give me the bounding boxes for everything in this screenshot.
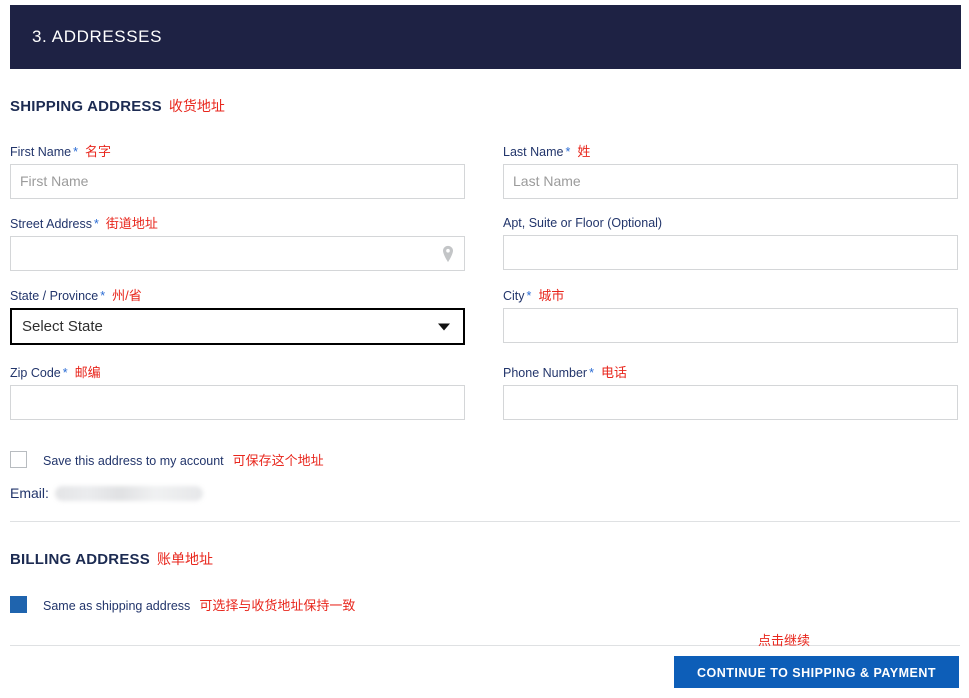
save-address-annotation: 可保存这个地址	[233, 453, 324, 468]
street-address-input[interactable]	[10, 236, 465, 271]
last-name-label: Last Name* 姓	[503, 144, 958, 160]
first-name-annotation: 名字	[85, 144, 111, 159]
state-province-select[interactable]: Select State	[10, 308, 465, 345]
phone-number-annotation: 电话	[601, 365, 627, 380]
street-address-required-asterisk: *	[94, 217, 99, 231]
first-name-label-text: First Name	[10, 145, 71, 159]
zip-code-label: Zip Code* 邮编	[10, 365, 465, 381]
save-address-checkbox-label: Save this address to my account 可保存这个地址	[43, 450, 324, 469]
street-address-label: Street Address* 街道地址	[10, 216, 465, 232]
city-label: City* 城市	[503, 288, 958, 304]
email-value-redacted	[55, 486, 203, 501]
save-address-checkbox[interactable]	[10, 451, 27, 468]
shipping-address-heading: SHIPPING ADDRESS 收货地址	[10, 96, 225, 116]
last-name-placeholder: Last Name	[513, 173, 581, 189]
street-address-annotation: 街道地址	[106, 216, 158, 231]
field-apt-suite-floor: Apt, Suite or Floor (Optional)	[503, 216, 958, 270]
last-name-required-asterisk: *	[565, 145, 570, 159]
city-label-text: City	[503, 289, 525, 303]
last-name-input[interactable]: Last Name	[503, 164, 958, 199]
last-name-annotation: 姓	[577, 144, 590, 159]
apt-suite-floor-label: Apt, Suite or Floor (Optional)	[503, 216, 958, 231]
first-name-input[interactable]: First Name	[10, 164, 465, 199]
shipping-address-heading-annotation: 收货地址	[169, 98, 225, 114]
save-address-label-text: Save this address to my account	[43, 454, 224, 468]
field-street-address: Street Address* 街道地址	[10, 216, 465, 271]
street-address-label-text: Street Address	[10, 217, 92, 231]
state-province-label-text: State / Province	[10, 289, 98, 303]
same-as-shipping-checkbox[interactable]	[10, 596, 27, 613]
same-as-shipping-label-text: Same as shipping address	[43, 599, 190, 613]
state-province-label: State / Province* 州/省	[10, 288, 465, 304]
continue-button-annotation: 点击继续	[758, 630, 810, 649]
zip-code-required-asterisk: *	[63, 366, 68, 380]
field-last-name: Last Name*姓 Last Name	[503, 144, 958, 199]
state-province-required-asterisk: *	[100, 289, 105, 303]
section-divider-footer	[10, 645, 960, 646]
section-divider-billing	[10, 521, 960, 522]
field-zip-code: Zip Code* 邮编	[10, 365, 465, 420]
city-annotation: 城市	[538, 288, 564, 303]
phone-number-required-asterisk: *	[589, 366, 594, 380]
email-label: Email:	[10, 485, 49, 501]
state-province-selected-value: Select State	[22, 318, 103, 335]
phone-number-input[interactable]	[503, 385, 958, 420]
first-name-placeholder: First Name	[20, 173, 88, 189]
email-row: Email:	[10, 485, 203, 501]
field-phone-number: Phone Number* 电话	[503, 365, 958, 420]
phone-number-label: Phone Number* 电话	[503, 365, 958, 381]
apt-suite-floor-label-text: Apt, Suite or Floor (Optional)	[503, 216, 662, 230]
save-address-checkbox-row[interactable]: Save this address to my account 可保存这个地址	[10, 450, 324, 469]
city-required-asterisk: *	[527, 289, 532, 303]
section-header-title: 3. ADDRESSES	[10, 27, 162, 47]
state-province-annotation: 州/省	[112, 288, 142, 303]
billing-address-heading: BILLING ADDRESS 账单地址	[10, 549, 213, 569]
same-as-shipping-checkbox-row[interactable]: Same as shipping address 可选择与收货地址保持一致	[10, 595, 355, 614]
same-as-shipping-annotation: 可选择与收货地址保持一致	[199, 598, 355, 613]
map-pin-icon	[442, 245, 454, 262]
field-city: City* 城市	[503, 288, 958, 343]
shipping-address-heading-text: SHIPPING ADDRESS	[10, 98, 162, 115]
billing-address-heading-text: BILLING ADDRESS	[10, 551, 150, 568]
phone-number-label-text: Phone Number	[503, 366, 587, 380]
first-name-required-asterisk: *	[73, 145, 78, 159]
first-name-label: First Name* 名字	[10, 144, 465, 160]
city-input[interactable]	[503, 308, 958, 343]
field-state-province: State / Province* 州/省 Select State	[10, 288, 465, 345]
chevron-down-icon	[438, 323, 450, 330]
zip-code-label-text: Zip Code	[10, 366, 61, 380]
section-header-addresses: 3. ADDRESSES	[10, 5, 961, 69]
zip-code-annotation: 邮编	[75, 365, 101, 380]
apt-suite-floor-input[interactable]	[503, 235, 958, 270]
last-name-label-text: Last Name	[503, 145, 563, 159]
billing-address-heading-annotation: 账单地址	[157, 551, 213, 567]
zip-code-input[interactable]	[10, 385, 465, 420]
continue-to-shipping-payment-button[interactable]: CONTINUE TO SHIPPING & PAYMENT	[674, 656, 959, 688]
field-first-name: First Name*名字 First Name	[10, 144, 465, 199]
same-as-shipping-checkbox-label: Same as shipping address 可选择与收货地址保持一致	[43, 595, 355, 614]
